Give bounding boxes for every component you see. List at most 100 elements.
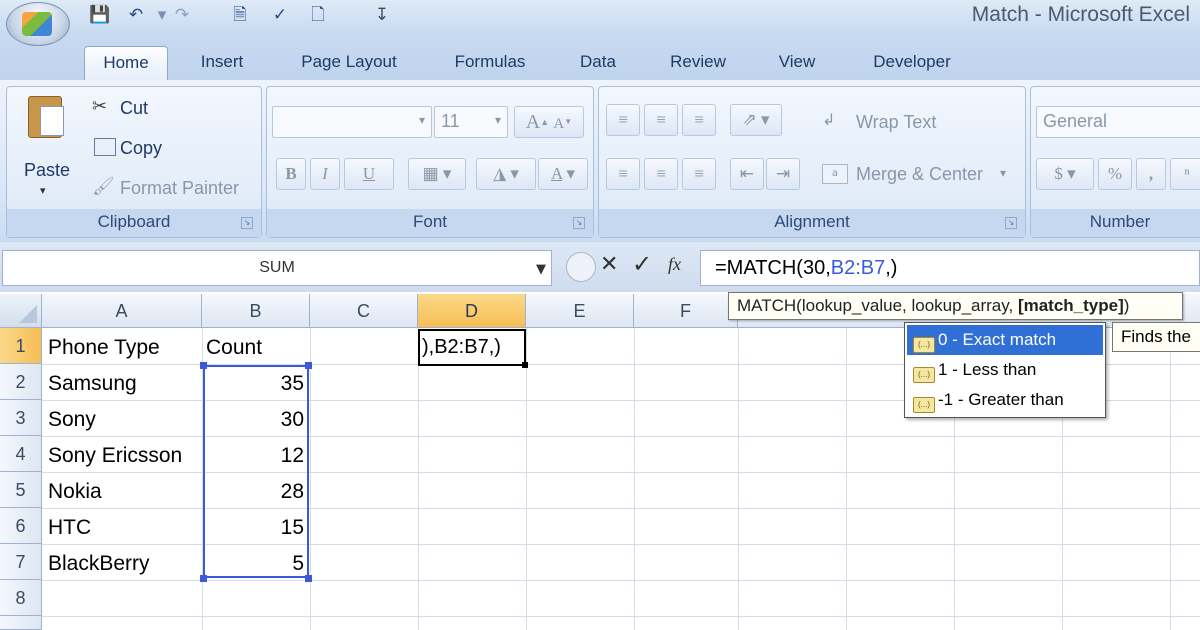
tab-view[interactable]: View — [766, 46, 828, 80]
currency-button[interactable]: $ ▾ — [1036, 158, 1094, 190]
cell-a7[interactable]: BlackBerry — [48, 546, 200, 582]
font-launcher-icon[interactable]: ↘ — [573, 217, 585, 229]
open-icon[interactable]: 🗋 — [306, 2, 330, 28]
increase-indent-button[interactable]: ⇥ — [766, 158, 800, 190]
tab-developer[interactable]: Developer — [856, 46, 968, 80]
customize-icon[interactable]: ↧ — [370, 2, 394, 28]
column-header-b[interactable]: B — [202, 294, 310, 328]
align-left-button[interactable]: ≡ — [606, 158, 640, 190]
range-handle[interactable] — [305, 362, 312, 369]
tab-home[interactable]: Home — [84, 46, 168, 80]
merge-center-dropdown-icon[interactable]: ▾ — [1000, 166, 1006, 180]
enter-icon[interactable]: ✓ — [632, 250, 652, 278]
clipboard-launcher-icon[interactable]: ↘ — [241, 217, 253, 229]
cell-a5[interactable]: Nokia — [48, 474, 200, 510]
office-logo-icon — [22, 12, 52, 36]
grow-shrink-font-buttons[interactable]: A▲ A▼ — [514, 106, 584, 138]
cancel-icon[interactable]: ✕ — [600, 252, 618, 277]
font-size-select[interactable]: 11 ▾ — [434, 106, 508, 138]
comma-button[interactable]: , — [1136, 158, 1166, 190]
format-painter-button[interactable]: Format Painter — [120, 178, 239, 199]
cut-button[interactable]: Cut — [120, 98, 148, 119]
cell-b1[interactable]: Count — [206, 330, 306, 366]
column-header-e[interactable]: E — [526, 294, 634, 328]
bold-button[interactable]: B — [276, 158, 306, 190]
tab-data[interactable]: Data — [566, 46, 630, 80]
align-top-button[interactable]: ≡ — [606, 104, 640, 136]
row-header-2[interactable]: 2 — [0, 364, 42, 400]
wrap-text-button[interactable]: Wrap Text — [856, 112, 936, 133]
merge-center-button[interactable]: Merge & Center — [856, 164, 983, 185]
paste-button[interactable] — [22, 92, 68, 154]
italic-button[interactable]: I — [310, 158, 340, 190]
insert-function-icon[interactable]: fx — [668, 254, 681, 275]
alignment-launcher-icon[interactable]: ↘ — [1005, 217, 1017, 229]
match-type-dropdown[interactable]: (...)0 - Exact match (...)1 - Less than … — [904, 322, 1106, 418]
match-type-option-exact[interactable]: (...)0 - Exact match — [907, 325, 1103, 355]
tab-insert[interactable]: Insert — [182, 46, 262, 80]
font-color-button[interactable]: A ▾ — [538, 158, 588, 190]
formula-input[interactable]: =MATCH(30,B2:B7,) — [700, 250, 1200, 286]
row-header-8[interactable]: 8 — [0, 580, 42, 616]
underline-button[interactable]: U — [344, 158, 394, 190]
decrease-indent-button[interactable]: ⇤ — [730, 158, 764, 190]
grow-font-icon[interactable]: A — [526, 111, 540, 133]
match-type-option-less-than[interactable]: (...)1 - Less than — [907, 355, 1103, 385]
tab-review[interactable]: Review — [656, 46, 740, 80]
font-size-value: 11 — [441, 111, 460, 132]
save-icon[interactable]: 💾 — [88, 2, 112, 28]
number-format-select[interactable]: General — [1036, 106, 1200, 138]
shrink-font-icon[interactable]: A — [553, 116, 564, 132]
cell-a6[interactable]: HTC — [48, 510, 200, 546]
align-middle-button[interactable]: ≡ — [644, 104, 678, 136]
orientation-button[interactable]: ⇗ ▾ — [730, 104, 782, 136]
formula-prefix: =MATCH(30, — [715, 257, 831, 279]
row-header-6[interactable]: 6 — [0, 508, 42, 544]
row-header-7[interactable]: 7 — [0, 544, 42, 580]
column-header-d[interactable]: D — [418, 294, 526, 328]
option-label: -1 - Greater than — [938, 390, 1064, 409]
cell-a1[interactable]: Phone Type — [48, 330, 200, 366]
spelling-icon[interactable]: ✓ — [268, 2, 292, 28]
function-arguments-tooltip[interactable]: MATCH(lookup_value, lookup_array, [match… — [728, 292, 1183, 320]
increase-decimal-button[interactable]: ⁿ — [1170, 158, 1200, 190]
row-header-1[interactable]: 1 — [0, 328, 42, 364]
percent-button[interactable]: % — [1098, 158, 1132, 190]
tab-page-layout[interactable]: Page Layout — [286, 46, 412, 80]
cell-a2[interactable]: Samsung — [48, 366, 200, 402]
column-header-f[interactable]: F — [634, 294, 738, 328]
font-name-select[interactable]: ▾ — [272, 106, 432, 138]
tab-formulas[interactable]: Formulas — [436, 46, 544, 80]
name-box[interactable]: SUM — [2, 250, 552, 286]
align-center-icon: ≡ — [656, 164, 666, 183]
match-type-option-greater-than[interactable]: (...)-1 - Greater than — [907, 385, 1103, 415]
align-right-button[interactable]: ≡ — [682, 158, 716, 190]
undo-icon[interactable]: ↶ — [124, 2, 148, 28]
row-header-4[interactable]: 4 — [0, 436, 42, 472]
copy-button[interactable]: Copy — [120, 138, 162, 159]
borders-button[interactable]: ▦ ▾ — [408, 158, 466, 190]
range-handle[interactable] — [305, 575, 312, 582]
redo-icon[interactable]: ↷ — [170, 2, 194, 28]
range-handle[interactable] — [200, 362, 207, 369]
cell-a3[interactable]: Sony — [48, 402, 200, 438]
active-cell-d1[interactable]: ),B2:B7,) — [418, 329, 526, 366]
option-label: 1 - Less than — [938, 360, 1036, 379]
align-center-button[interactable]: ≡ — [644, 158, 678, 190]
row-header-5[interactable]: 5 — [0, 472, 42, 508]
row-header-9[interactable] — [0, 616, 42, 630]
cell-a4[interactable]: Sony Ericsson — [48, 438, 200, 474]
row-header-3[interactable]: 3 — [0, 400, 42, 436]
name-box-dropdown-icon[interactable]: ▼ — [536, 262, 546, 277]
fill-handle[interactable] — [522, 362, 528, 368]
font-color-icon: A — [551, 164, 562, 183]
print-preview-icon[interactable]: 🗎 — [228, 2, 252, 28]
fill-color-button[interactable]: ◮ ▾ — [476, 158, 536, 190]
paste-label[interactable]: Paste — [24, 160, 70, 181]
select-all-button[interactable] — [0, 294, 42, 328]
column-header-c[interactable]: C — [310, 294, 418, 328]
column-header-a[interactable]: A — [42, 294, 202, 328]
range-handle[interactable] — [200, 575, 207, 582]
align-bottom-button[interactable]: ≡ — [682, 104, 716, 136]
paste-dropdown-icon[interactable]: ▾ — [40, 184, 46, 197]
